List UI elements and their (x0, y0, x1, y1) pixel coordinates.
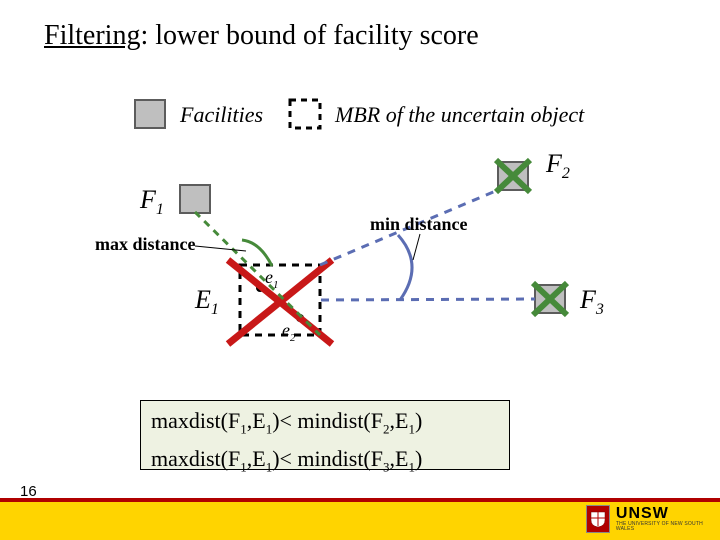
leader-maxdist (195, 246, 246, 251)
label-f2: F2 (545, 149, 570, 182)
footer-bar: UNSW THE UNIVERSITY OF NEW SOUTH WALES (0, 498, 720, 540)
unsw-logo: UNSW THE UNIVERSITY OF NEW SOUTH WALES (586, 504, 706, 534)
unsw-crest-icon (586, 505, 610, 533)
legend-facility-box (135, 100, 165, 128)
inequality-box: maxdist(F1,E1)< mindist(F2,E1) maxdist(F… (140, 400, 510, 470)
label-e1-big: E1 (194, 285, 219, 318)
line-mindist-f3 (321, 299, 535, 300)
legend-mbr-box (290, 100, 320, 128)
leader-mindist (413, 234, 420, 260)
inequality-line-1: maxdist(F1,E1)< mindist(F2,E1) (151, 406, 499, 444)
arc-mindist (398, 235, 412, 300)
unsw-text: UNSW (616, 506, 706, 522)
unsw-subtext: THE UNIVERSITY OF NEW SOUTH WALES (616, 522, 706, 532)
inequality-line-2: maxdist(F1,E1)< mindist(F3,E1) (151, 444, 499, 482)
diagram-svg: Facilities MBR of the uncertain object F… (0, 90, 720, 400)
facility-f1: F1 (139, 185, 210, 218)
title-rest: : lower bound of facility score (140, 20, 478, 51)
legend: Facilities MBR of the uncertain object (135, 100, 585, 128)
title-underlined: Filtering (44, 20, 140, 51)
facility-f2: F2 (496, 149, 570, 192)
label-min-distance: min distance (370, 214, 468, 234)
legend-facilities-label: Facilities (179, 102, 263, 127)
slide-title: Filtering: lower bound of facility score (44, 20, 479, 52)
label-max-distance: max distance (95, 234, 196, 254)
label-f1: F1 (139, 185, 164, 218)
facility-f3: F3 (533, 283, 604, 318)
legend-mbr-label: MBR of the uncertain object (334, 102, 585, 127)
mbr-e1: E1 e1 e2 (194, 260, 332, 344)
label-e2-small: e2 (282, 320, 296, 344)
label-f3: F3 (579, 285, 604, 318)
